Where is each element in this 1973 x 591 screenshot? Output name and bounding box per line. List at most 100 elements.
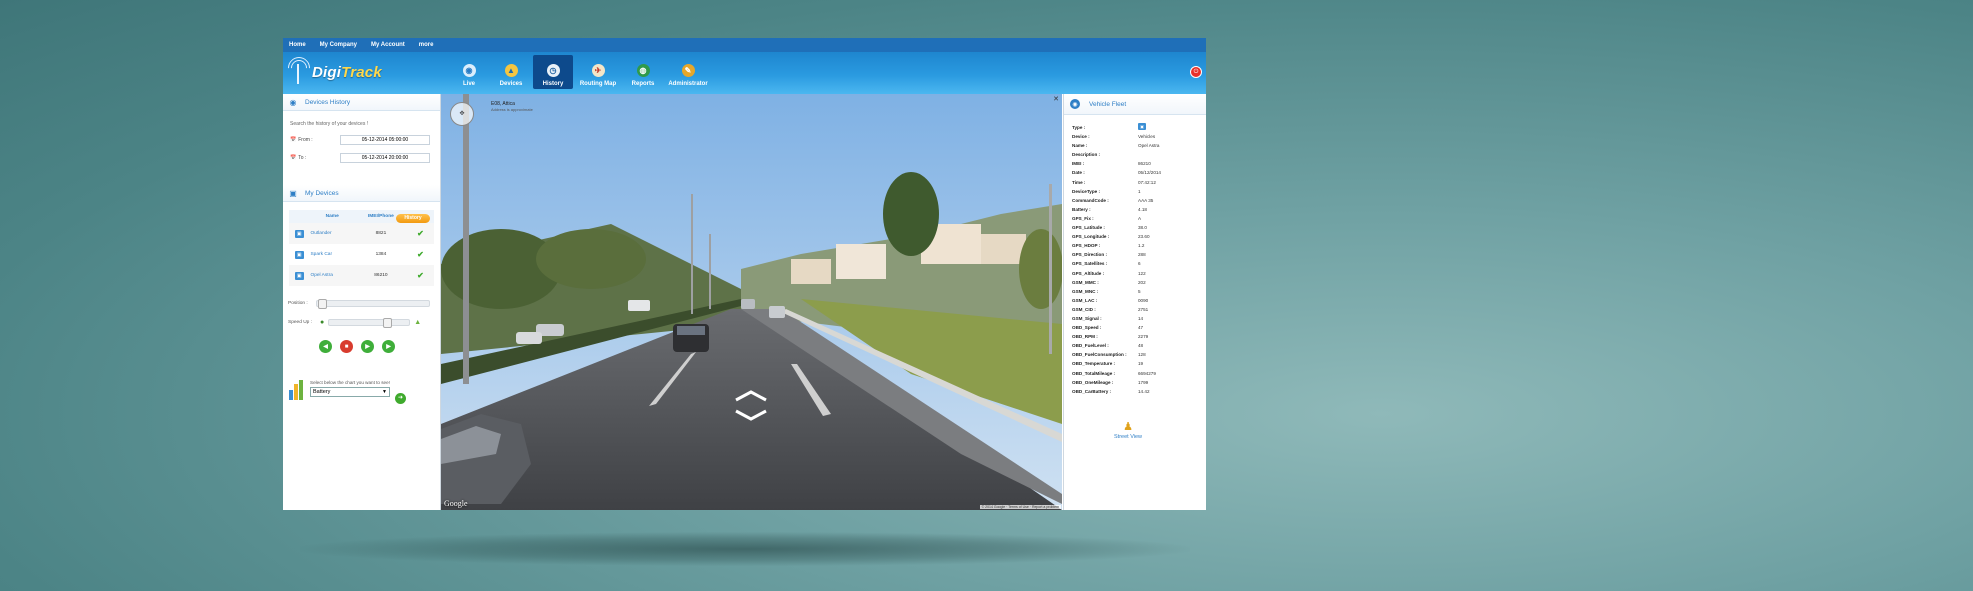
play-button[interactable]: ▶ [361, 340, 374, 353]
vehicle-fleet-panel: ◉ Vehicle Fleet Type : ▣ Device : Vehicles N… [1063, 94, 1206, 510]
check-icon[interactable]: ✔ [417, 229, 424, 238]
check-icon[interactable]: ✔ [417, 271, 424, 280]
play-icon: ▶ [365, 344, 370, 350]
property-row: GSM_CID : 2751 [1072, 305, 1206, 314]
main-nav: ◉ Live ▲ Devices ◷ History ✈ Routing Map… [449, 55, 713, 89]
speed-row: Speed Up : ● ▲ [288, 318, 440, 328]
nav-routing-map[interactable]: ✈ Routing Map [575, 55, 621, 89]
from-label: From : [290, 137, 340, 143]
property-value: 2751 [1138, 306, 1149, 312]
history-panel: ◉ Devices History Search the history of … [283, 94, 441, 510]
speed-slider[interactable] [328, 318, 411, 328]
property-row: Name : Opel Astra [1072, 141, 1206, 150]
nav-live-label: Live [462, 81, 475, 87]
nav-devices-label: Devices [499, 81, 523, 87]
street-view-link[interactable]: ♟ Street View [1114, 420, 1142, 440]
property-key: GPS_HDOP : [1072, 243, 1101, 249]
position-slider[interactable] [316, 299, 430, 309]
property-row: IMEI : 86210 [1072, 159, 1206, 168]
chevron-down-icon[interactable] [734, 409, 768, 421]
forward-button[interactable]: ▶ [382, 340, 395, 353]
back-button[interactable]: ◀ [319, 340, 332, 353]
property-key: DeviceType : [1072, 188, 1100, 194]
table-row[interactable]: ▣ Opel Astra 86210 ✔ [289, 265, 434, 286]
property-key: GPS_Altitude : [1072, 270, 1105, 276]
nav-administrator-label: Administrator [668, 81, 708, 87]
history-button[interactable]: History [396, 214, 430, 223]
property-key: Name : [1072, 143, 1088, 149]
property-key: OBD_CarBattery : [1072, 388, 1112, 394]
street-view-pan-control[interactable]: ✥ [450, 102, 474, 126]
live-icon: ◉ [462, 64, 476, 77]
chart-selector: Select below the chart you want to see! … [289, 380, 440, 404]
nav-reports-label: Reports [631, 81, 655, 87]
property-row: OBD_FuelLevel : 48 [1072, 341, 1206, 350]
history-icon: ◷ [546, 64, 560, 77]
chevron-up-icon[interactable] [734, 390, 768, 402]
property-key: Device : [1072, 134, 1090, 140]
property-value: 5 [1138, 288, 1141, 294]
device-imei: 86210 [354, 265, 407, 286]
property-row: OBD_FuelConsumption : 128 [1072, 350, 1206, 359]
property-key: OBD_Speed : [1072, 325, 1102, 331]
property-row: Battery : 4.18 [1072, 205, 1206, 214]
property-row: GSM_LAC : 0090 [1072, 296, 1206, 305]
street-view[interactable]: ✥ E08, Attica Address is approximate ✕ G… [441, 94, 1062, 510]
speed-slider-handle[interactable] [383, 318, 393, 328]
device-name[interactable]: Opel Astra [309, 265, 355, 286]
nav-routing-map-label: Routing Map [579, 81, 617, 87]
position-slider-handle[interactable] [318, 299, 327, 309]
nav-history[interactable]: ◷ History [533, 55, 573, 89]
property-row: OBD_RPM : 2279 [1072, 332, 1206, 341]
map-footer[interactable]: © 2014 Google · Terms of Use · Report a … [979, 505, 1061, 509]
property-value: 07:42:12 [1138, 179, 1156, 185]
to-date-input[interactable] [340, 153, 430, 163]
chart-type-select[interactable]: Battery ▼ [310, 387, 390, 397]
playback-controls: ◀ ■ ▶ ▶ [319, 340, 440, 353]
property-value: 6694279 [1138, 370, 1156, 376]
devices-history-header: ◉ Devices History [283, 94, 440, 111]
compass-icon: ✥ [459, 111, 465, 117]
antenna-icon [283, 52, 315, 86]
property-key: GSM_LAC : [1072, 297, 1098, 303]
brand-name: DigiTrack [312, 63, 382, 81]
chart-type-value: Battery [313, 389, 331, 395]
col-name: Name [309, 210, 355, 223]
property-key: GPS_Longitude : [1072, 234, 1110, 240]
device-imei: 1384 [375, 252, 387, 257]
app-header: DigiTrack ◉ Live ▲ Devices ◷ History ✈ R… [283, 52, 1206, 94]
table-row[interactable]: ▣ Outlander 8821 ✔ [289, 223, 434, 244]
property-value: Vehicles [1138, 134, 1156, 140]
nav-devices[interactable]: ▲ Devices [491, 55, 531, 89]
devices-history-title: Devices History [305, 98, 351, 106]
property-row: GPS_Direction : 288 [1072, 250, 1206, 259]
device-name[interactable]: Outlander [309, 223, 355, 244]
close-icon[interactable]: ✕ [1053, 95, 1059, 103]
from-date-input[interactable] [340, 135, 430, 145]
nav-live[interactable]: ◉ Live [449, 55, 489, 89]
from-row: From : [290, 135, 440, 145]
property-value: A [1138, 215, 1142, 221]
device-name[interactable]: Spark Car [309, 244, 354, 265]
stop-icon: ■ [344, 343, 349, 350]
property-key: Battery : [1072, 206, 1091, 212]
table-row[interactable]: ▣ Spark Car 1384 ✔ [289, 244, 434, 265]
nav-reports[interactable]: ◍ Reports [623, 55, 663, 89]
property-key: GSM_CID : [1072, 306, 1096, 312]
topnav-my-company[interactable]: My Company [320, 42, 357, 48]
arrow-right-icon: ➜ [397, 395, 404, 401]
chevron-down-icon: ▼ [382, 389, 387, 395]
nav-administrator[interactable]: ✎ Administrator [665, 55, 711, 89]
topnav-my-account[interactable]: My Account [371, 42, 405, 48]
property-key: CommandCode : [1072, 197, 1109, 203]
to-row: To : [290, 153, 440, 163]
bus-icon: ▣ [289, 188, 297, 198]
power-icon[interactable]: ⏻ [1190, 66, 1202, 78]
logo[interactable]: DigiTrack [283, 52, 382, 88]
topnav-more[interactable]: more [419, 42, 434, 48]
topnav-home[interactable]: Home [289, 42, 306, 48]
my-devices-title: My Devices [305, 189, 339, 197]
go-button[interactable]: ➜ [395, 393, 406, 404]
check-icon[interactable]: ✔ [417, 250, 424, 259]
stop-button[interactable]: ■ [340, 340, 353, 353]
